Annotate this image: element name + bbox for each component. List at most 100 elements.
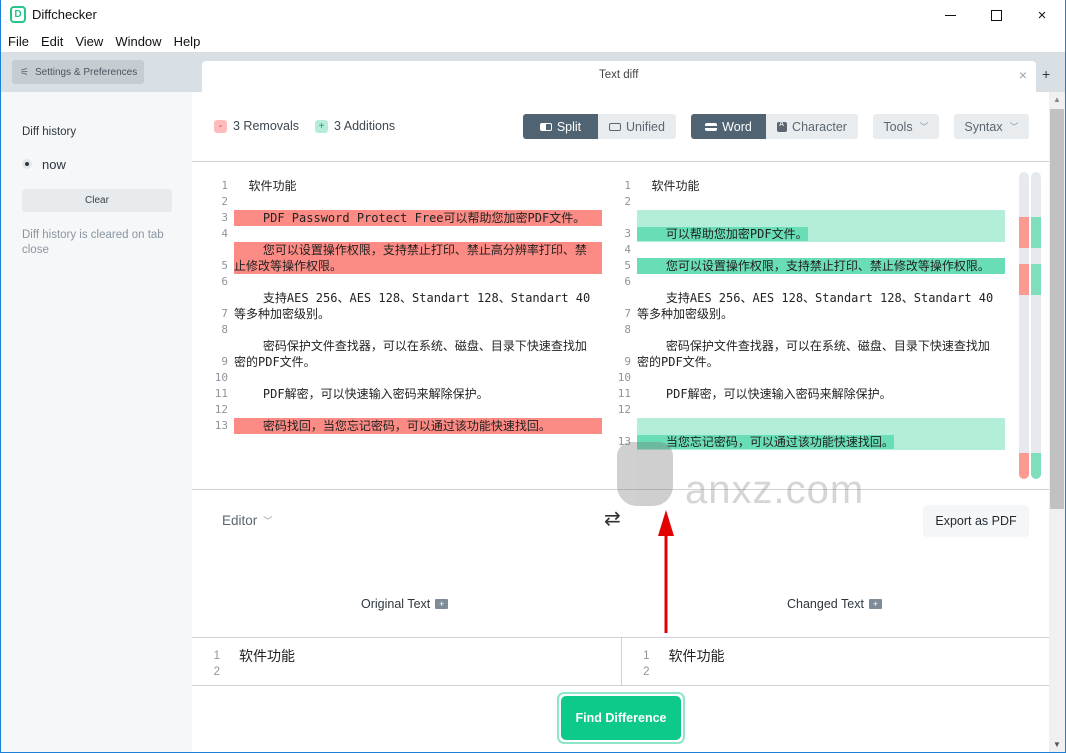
line-text — [234, 322, 602, 338]
minimize-button[interactable] — [927, 0, 973, 30]
line-number: 4 — [624, 243, 631, 256]
word-button[interactable]: Word — [691, 114, 766, 139]
split-label: Split — [556, 119, 582, 134]
find-difference-label: Find Difference — [561, 696, 681, 740]
minimap-removals[interactable] — [1019, 172, 1029, 479]
line-text — [220, 664, 239, 680]
clear-history-button[interactable]: Clear — [22, 189, 172, 212]
line-number: 13 — [617, 435, 631, 448]
tools-dropdown[interactable]: Tools ﹀ — [873, 114, 939, 139]
line-text: PDF解密，可以快速输入密码来解除保护。 — [637, 387, 892, 401]
minimap-mark — [1019, 453, 1029, 479]
diff-line: 7 支持AES 256、AES 128、Standart 128、Standar… — [605, 290, 1005, 322]
unified-view-button[interactable]: Unified — [598, 114, 676, 139]
history-item-now[interactable]: now — [42, 157, 66, 172]
word-icon — [705, 122, 718, 131]
history-note: Diff history is cleared on tab close — [22, 229, 164, 256]
folder-plus-icon[interactable]: + — [868, 599, 882, 609]
line-text — [637, 274, 1005, 290]
unified-label: Unified — [626, 119, 665, 134]
tab-text-diff[interactable]: Text diff × — [202, 61, 1036, 92]
history-radio[interactable] — [22, 159, 32, 169]
line-text: 支持AES 256、AES 128、Standart 128、Standart … — [234, 291, 591, 321]
line-number: 4 — [221, 227, 228, 240]
menu-edit[interactable]: Edit — [41, 34, 63, 49]
menu-view[interactable]: View — [75, 34, 103, 49]
diff-history-title: Diff history — [22, 126, 77, 138]
removals-count: 3 Removals — [233, 119, 299, 133]
new-tab-button[interactable]: + — [1042, 66, 1050, 82]
line-text — [637, 402, 1005, 418]
scrollbar-thumb[interactable] — [1050, 109, 1064, 509]
maximize-icon — [990, 9, 1002, 21]
line-text: 软件功能 — [239, 648, 295, 664]
line-text: 密码保护文件查找器，可以在系统、磁盘、目录下快速查找加密的PDF文件。 — [637, 339, 990, 369]
diff-line: 11 PDF解密，可以快速输入密码来解除保护。 — [605, 386, 1005, 402]
original-text-editor[interactable]: 1 软件功能 2 — [192, 638, 621, 685]
syntax-dropdown[interactable]: Syntax ﹀ — [954, 114, 1029, 139]
line-text — [637, 322, 1005, 338]
settings-button[interactable]: ⚟ Settings & Preferences — [12, 60, 144, 84]
menu-bar: File Edit View Window Help — [1, 30, 1065, 52]
minimap-mark — [1019, 264, 1029, 295]
vertical-scrollbar[interactable]: ▲ ▼ — [1049, 92, 1065, 752]
line-number: 12 — [617, 403, 631, 416]
changed-text-editor[interactable]: 1 软件功能 2 — [620, 638, 1050, 685]
swap-icon[interactable]: ⇄ — [604, 506, 621, 531]
changed-label-text: Changed Text — [787, 597, 864, 611]
find-difference-button[interactable]: Find Difference — [557, 692, 685, 744]
tab-label: Text diff — [599, 69, 639, 81]
line-number: 2 — [643, 666, 650, 678]
tab-close-icon[interactable]: × — [1019, 67, 1027, 83]
tools-label: Tools — [883, 119, 913, 134]
diff-line: 3 PDF Password Protect Free可以帮助您加密PDF文件。 — [202, 210, 602, 226]
unified-icon — [609, 122, 622, 131]
added-word-highlight: 当您忘记密码，可以通过该功能快速找回。 — [637, 435, 894, 449]
line-number: 8 — [221, 323, 228, 336]
diff-line: 7 支持AES 256、AES 128、Standart 128、Standar… — [202, 290, 602, 322]
menu-window[interactable]: Window — [115, 34, 161, 49]
watermark-text: anxz.com — [685, 468, 865, 512]
minimap-additions[interactable] — [1031, 172, 1041, 479]
diff-line: 3 可以帮助您加密PDF文件。 — [605, 210, 1005, 242]
line-text: 软件功能 — [637, 179, 700, 193]
chevron-down-icon: ﹀ — [263, 516, 273, 526]
minimap-mark — [1031, 453, 1041, 479]
folder-plus-icon[interactable]: + — [435, 599, 449, 609]
character-label: Character — [792, 119, 847, 134]
line-number: 3 — [221, 211, 228, 224]
app-logo-icon: D — [10, 6, 26, 23]
line-text — [234, 194, 602, 210]
character-button[interactable]: Character — [766, 114, 858, 139]
close-window-button[interactable]: × — [1019, 0, 1065, 30]
line-text: 支持AES 256、AES 128、Standart 128、Standart … — [637, 291, 994, 321]
menu-file[interactable]: File — [8, 34, 29, 49]
scroll-down-icon[interactable]: ▼ — [1053, 740, 1061, 749]
line-number: 1 — [221, 179, 228, 192]
export-pdf-button[interactable]: Export as PDF — [923, 505, 1029, 537]
diff-line: 8 — [605, 322, 1005, 338]
line-text — [234, 274, 602, 290]
diff-line: 13 当您忘记密码，可以通过该功能快速找回。 — [605, 418, 1005, 450]
close-icon: × — [1037, 6, 1047, 24]
diff-line: 4 — [202, 226, 602, 242]
chevron-down-icon: ﹀ — [1009, 122, 1019, 132]
syntax-label: Syntax — [964, 119, 1003, 134]
line-number: 1 — [624, 179, 631, 192]
maximize-button[interactable] — [973, 0, 1019, 30]
line-text: 密码找回，当您忘记密码，可以通过该功能快速找回。 — [234, 418, 602, 434]
line-number: 11 — [617, 387, 631, 400]
line-text: 当您忘记密码，可以通过该功能快速找回。 — [637, 418, 1005, 450]
diff-line: 11 PDF解密，可以快速输入密码来解除保护。 — [202, 386, 602, 402]
split-view-button[interactable]: Split — [523, 114, 598, 139]
changed-text-label: Changed Text + — [787, 597, 882, 611]
line-text — [234, 226, 602, 242]
editor-dropdown[interactable]: Editor ﹀ — [222, 513, 272, 528]
scroll-up-icon[interactable]: ▲ — [1053, 95, 1061, 104]
divider — [192, 161, 1049, 162]
minimap-mark — [1031, 264, 1041, 295]
word-label: Word — [722, 119, 752, 134]
menu-help[interactable]: Help — [174, 34, 201, 49]
minimize-icon — [944, 14, 956, 16]
line-number: 5 — [624, 259, 631, 272]
